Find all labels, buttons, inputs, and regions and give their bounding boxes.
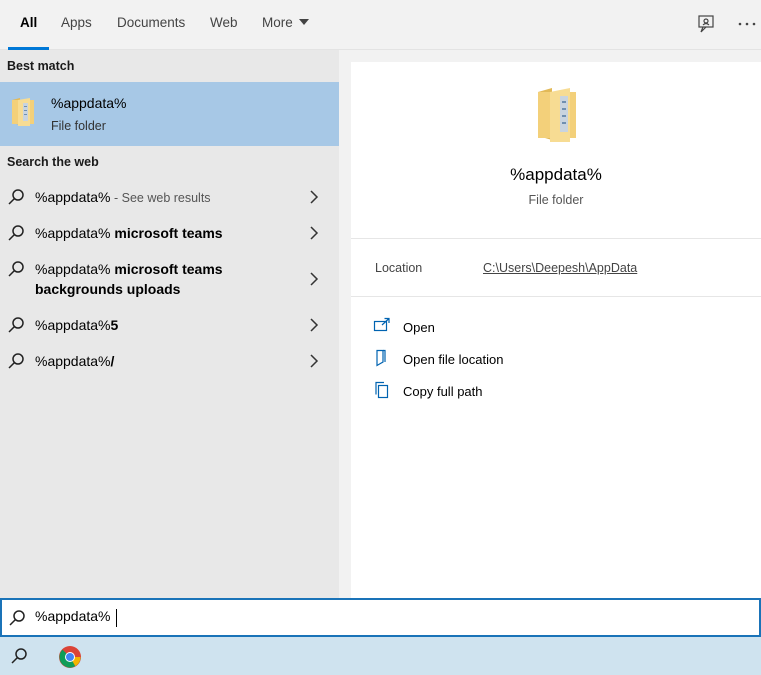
divider xyxy=(351,238,761,239)
taskbar xyxy=(0,637,761,675)
chevron-right-icon xyxy=(310,226,319,240)
preview-panel: %appdata% File folder Location C:\Users\… xyxy=(351,62,761,598)
search-input[interactable] xyxy=(35,608,435,624)
web-result-4[interactable]: %appdata%5 xyxy=(0,314,339,336)
open-action[interactable]: Open xyxy=(373,317,673,339)
best-match-subtitle: File folder xyxy=(51,119,106,133)
web-result-hint: - See web results xyxy=(110,191,211,205)
tab-more-label: More xyxy=(262,15,293,30)
tab-documents[interactable]: Documents xyxy=(117,0,185,50)
best-match-item[interactable]: %appdata% File folder xyxy=(0,82,339,146)
chevron-right-icon xyxy=(310,318,319,332)
text-caret xyxy=(116,609,117,627)
search-icon xyxy=(8,225,24,241)
tab-apps[interactable]: Apps xyxy=(61,0,92,50)
web-result-query: %appdata% xyxy=(35,225,115,241)
web-result-5[interactable]: %appdata%/ xyxy=(0,350,339,372)
search-web-heading: Search the web xyxy=(7,155,99,169)
best-match-heading: Best match xyxy=(7,59,75,73)
best-match-title: %appdata% xyxy=(51,95,127,111)
taskbar-search-icon[interactable] xyxy=(10,647,28,665)
tab-all[interactable]: All xyxy=(7,0,50,50)
feedback-icon[interactable] xyxy=(695,13,717,35)
preview-top-gutter xyxy=(351,50,761,62)
web-result-2[interactable]: %appdata% microsoft teams xyxy=(0,222,339,244)
search-icon xyxy=(8,353,24,369)
folder-icon xyxy=(536,86,580,142)
chevron-down-icon xyxy=(298,19,309,25)
copy-icon xyxy=(375,381,389,399)
open-file-location-action[interactable]: Open file location xyxy=(373,349,673,371)
copy-full-path-action[interactable]: Copy full path xyxy=(373,381,673,403)
chevron-right-icon xyxy=(310,272,319,286)
web-result-query: %appdata% xyxy=(35,353,111,369)
search-icon xyxy=(8,261,24,277)
chevron-right-icon xyxy=(310,190,319,204)
divider xyxy=(351,296,761,297)
search-icon xyxy=(9,610,25,626)
search-tab-bar: All Apps Documents Web More xyxy=(0,0,761,50)
panel-gutter xyxy=(339,50,351,598)
search-box[interactable] xyxy=(0,598,761,637)
tab-web[interactable]: Web xyxy=(210,0,238,50)
ellipsis-icon[interactable] xyxy=(736,13,758,35)
preview-title: %appdata% xyxy=(510,165,602,184)
open-icon xyxy=(373,317,390,332)
web-result-query: %appdata% xyxy=(35,317,111,333)
web-result-3[interactable]: %appdata% microsoft teams backgrounds up… xyxy=(0,258,339,302)
open-file-location-label: Open file location xyxy=(403,352,504,367)
chrome-icon[interactable] xyxy=(58,645,82,669)
copy-full-path-label: Copy full path xyxy=(403,384,483,399)
search-icon xyxy=(8,189,24,205)
search-icon xyxy=(8,317,24,333)
web-result-query: %appdata% xyxy=(35,261,115,277)
folder-icon xyxy=(10,97,36,127)
web-result-query: %appdata% xyxy=(35,189,111,205)
results-panel: Best match %appdata% File folder Search … xyxy=(0,50,339,598)
file-location-icon xyxy=(376,349,386,367)
web-result-1[interactable]: %appdata% - See web results xyxy=(0,186,339,208)
preview-subtitle: File folder xyxy=(528,193,584,207)
web-result-suggestion: microsoft teams xyxy=(114,225,223,241)
open-label: Open xyxy=(403,320,435,335)
tab-more[interactable]: More xyxy=(262,0,309,50)
web-result-suggestion: 5 xyxy=(110,317,119,333)
chevron-right-icon xyxy=(310,354,319,368)
location-label: Location xyxy=(375,261,423,275)
location-link[interactable]: C:\Users\Deepesh\AppData xyxy=(483,261,637,275)
web-result-suggestion: / xyxy=(110,353,115,369)
